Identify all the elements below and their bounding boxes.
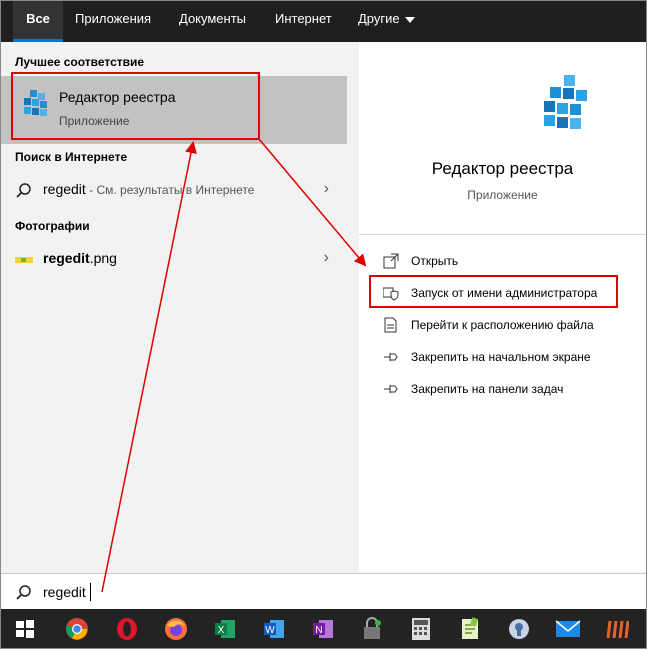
- onenote-icon[interactable]: N: [307, 613, 339, 645]
- start-menu-search: Все Приложения Документы Интернет Другие…: [0, 0, 647, 649]
- registry-editor-icon: [24, 90, 47, 116]
- divider: [359, 234, 646, 235]
- search-icon: [16, 585, 31, 600]
- preview-app-name: Редактор реестра: [431, 159, 574, 178]
- results-pane: Лучшее соответствие Редактор реестра При…: [1, 42, 347, 572]
- web-query: regedit: [43, 181, 86, 197]
- excel-icon[interactable]: X: [209, 613, 241, 645]
- search-input[interactable]: regedit: [43, 584, 86, 600]
- taskbar: X W N: [1, 609, 646, 648]
- tab-apps[interactable]: Приложения: [75, 1, 151, 42]
- word-icon[interactable]: W: [258, 613, 290, 645]
- photo-file-ext: .png: [89, 250, 117, 266]
- chrome-icon[interactable]: [61, 613, 93, 645]
- search-box[interactable]: regedit: [1, 573, 646, 609]
- open-icon: [383, 253, 399, 269]
- image-file-icon: [15, 257, 33, 263]
- tab-all[interactable]: Все: [13, 1, 63, 42]
- section-best-match: Лучшее соответствие: [15, 55, 145, 69]
- svg-text:N: N: [315, 625, 322, 636]
- calculator-icon[interactable]: [405, 613, 437, 645]
- web-search-item[interactable]: regedit - См. результаты в Интернете ›: [1, 174, 347, 206]
- registry-editor-icon: [544, 75, 587, 129]
- mail-icon[interactable]: [552, 613, 584, 645]
- svg-text:X: X: [218, 625, 225, 636]
- section-photos: Фотографии: [15, 219, 90, 233]
- preview-header: Редактор реестра Приложение: [359, 42, 646, 234]
- search-icon: [16, 183, 31, 198]
- text-cursor: [90, 583, 91, 601]
- photo-file-base: regedit: [43, 250, 90, 266]
- windows-icon[interactable]: [9, 613, 41, 645]
- filter-tab-bar: Все Приложения Документы Интернет Другие: [1, 1, 646, 42]
- photo-item[interactable]: regedit.png ›: [1, 243, 347, 275]
- vpn-icon[interactable]: [356, 613, 388, 645]
- shield-icon: [383, 287, 399, 301]
- file-location-icon: [384, 317, 397, 333]
- app-icon[interactable]: [601, 613, 633, 645]
- best-match-item[interactable]: Редактор реестра Приложение: [1, 76, 347, 144]
- web-hint: - См. результаты в Интернете: [85, 183, 255, 197]
- pin-icon: [384, 385, 398, 393]
- svg-text:W: W: [265, 625, 275, 636]
- preview-app-type: Приложение: [467, 188, 538, 202]
- chevron-right-icon[interactable]: ›: [324, 180, 329, 198]
- pin-icon: [384, 353, 398, 361]
- chevron-right-icon[interactable]: ›: [324, 249, 329, 267]
- notepad-icon[interactable]: [454, 613, 486, 645]
- preview-pane: Редактор реестра Приложение Открыть Запу…: [359, 42, 646, 572]
- tab-other[interactable]: Другие: [358, 1, 415, 42]
- chevron-down-icon: [404, 16, 415, 23]
- keepass-icon[interactable]: [503, 613, 535, 645]
- firefox-icon[interactable]: [160, 613, 192, 645]
- tab-documents[interactable]: Документы: [179, 1, 246, 42]
- tab-internet[interactable]: Интернет: [275, 1, 332, 42]
- best-match-subtitle: Приложение: [59, 114, 130, 128]
- section-web-search: Поиск в Интернете: [15, 150, 128, 164]
- opera-icon[interactable]: [111, 613, 143, 645]
- best-match-title: Редактор реестра: [59, 89, 176, 105]
